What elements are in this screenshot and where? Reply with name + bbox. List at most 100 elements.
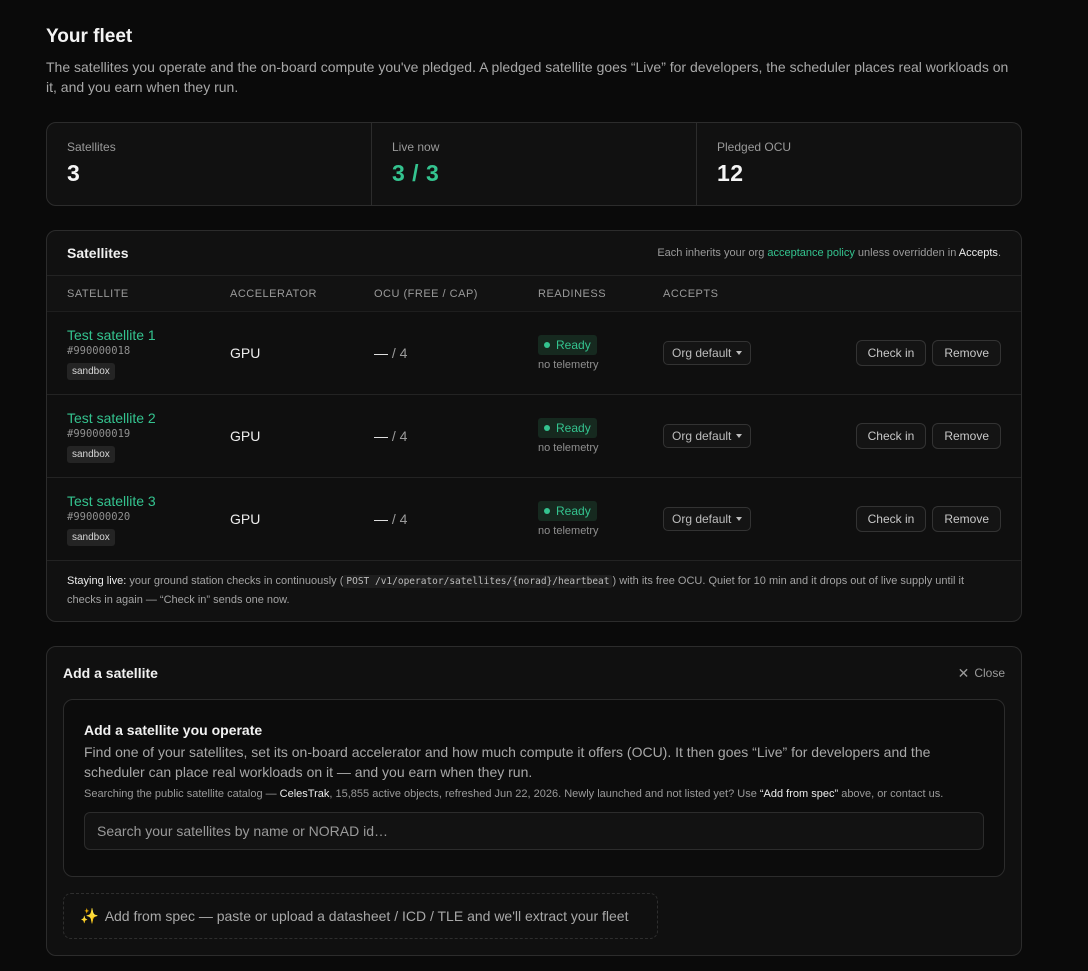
column-header-accepts: Accepts [663, 287, 719, 300]
ocu-cell: — / 4 [374, 511, 538, 527]
ready-badge: Ready [538, 501, 597, 521]
sandbox-tag: sandbox [67, 362, 115, 380]
readiness-cell: Ready no telemetry [538, 335, 663, 371]
status-dot-icon [544, 508, 550, 514]
fleet-page: Your fleet The satellites you operate an… [46, 26, 1022, 956]
column-header-readiness: Readiness [538, 287, 607, 300]
satellite-norad-id: #990000020 [67, 510, 131, 523]
note-text: unless overridden in [854, 247, 959, 259]
check-in-button[interactable]: Check in [855, 340, 927, 366]
accepts-cell: Org default [663, 507, 783, 531]
telemetry-status: no telemetry [538, 442, 599, 454]
stat-live-now: Live now 3 / 3 [372, 123, 697, 205]
note-text: , 15,855 active objects, refreshed Jun 2… [329, 788, 760, 800]
telemetry-status: no telemetry [538, 359, 599, 371]
panel-header: Satellites Each inherits your org accept… [47, 231, 1021, 276]
check-in-button[interactable]: Check in [855, 506, 927, 532]
satellite-search-input[interactable] [84, 812, 984, 850]
satellite-cell: Test satellite 2 #990000019 sandbox [67, 410, 230, 463]
table-row: Test satellite 1 #990000018 sandbox GPU … [47, 312, 1021, 395]
accelerator-cell: GPU [230, 428, 261, 444]
readiness-cell: Ready no telemetry [538, 501, 663, 537]
readiness-cell: Ready no telemetry [538, 418, 663, 454]
close-icon: ✕ [957, 664, 970, 681]
accelerator-cell: GPU [230, 345, 261, 361]
sandbox-tag: sandbox [67, 528, 115, 546]
ocu-cell: — / 4 [374, 345, 538, 361]
note-strong: Staying live: [67, 575, 127, 587]
satellites-panel: Satellites Each inherits your org accept… [46, 230, 1022, 622]
close-button[interactable]: ✕ Close [958, 665, 1005, 682]
actions-cell: Check in Remove [783, 340, 1001, 366]
stat-label: Pledged OCU [717, 140, 792, 154]
ocu-free: — [374, 511, 388, 527]
close-label: Close [974, 666, 1005, 680]
ocu-cap: / 4 [388, 345, 408, 361]
accepts-dropdown[interactable]: Org default [663, 341, 752, 365]
column-header-ocu: OCU (free / cap) [374, 287, 478, 300]
accepts-cell: Org default [663, 341, 783, 365]
remove-button[interactable]: Remove [932, 423, 1001, 449]
satellite-norad-id: #990000018 [67, 344, 131, 357]
note-text: . [997, 247, 1001, 259]
sparkles-icon: ✨ [80, 908, 99, 925]
satellite-norad-id: #990000019 [67, 427, 131, 440]
page-title: Your fleet [46, 26, 133, 47]
stat-value: 3 [67, 160, 81, 186]
acceptance-policy-link[interactable]: acceptance policy [767, 247, 854, 259]
satellite-cell: Test satellite 1 #990000018 sandbox [67, 327, 230, 380]
note-text: your ground station checks in continuous… [126, 575, 344, 587]
ready-badge: Ready [538, 335, 597, 355]
stat-pledged-ocu: Pledged OCU 12 [697, 123, 1021, 205]
ready-label: Ready [556, 504, 591, 518]
telemetry-status: no telemetry [538, 525, 599, 537]
stat-label: Satellites [67, 140, 116, 154]
stat-value: 12 [717, 160, 744, 186]
heartbeat-note: Staying live: your ground station checks… [47, 561, 1021, 621]
accepts-cell: Org default [663, 424, 783, 448]
note-text: above, or contact us. [838, 788, 944, 800]
chevron-down-icon [736, 351, 743, 355]
remove-button[interactable]: Remove [932, 340, 1001, 366]
satellite-name-link[interactable]: Test satellite 2 [67, 410, 230, 426]
search-card: Add a satellite you operate Find one of … [63, 699, 1005, 877]
add-from-spec-label: Add from spec — paste or upload a datash… [104, 908, 629, 924]
stat-satellites: Satellites 3 [47, 123, 372, 205]
accepts-dropdown[interactable]: Org default [663, 507, 752, 531]
table-header: Satellite Accelerator OCU (free / cap) R… [47, 276, 1021, 312]
column-header-satellite: Satellite [67, 287, 129, 300]
stat-label: Live now [392, 140, 440, 154]
check-in-button[interactable]: Check in [855, 423, 927, 449]
status-dot-icon [544, 342, 550, 348]
accepts-value: Org default [672, 346, 732, 360]
accepts-dropdown[interactable]: Org default [663, 424, 752, 448]
note-text: Each inherits your org [657, 247, 768, 259]
note-strong: Accepts [958, 247, 998, 259]
chevron-down-icon [736, 517, 743, 521]
satellite-name-link[interactable]: Test satellite 1 [67, 327, 230, 343]
column-header-accelerator: Accelerator [230, 287, 318, 300]
ocu-cap: / 4 [388, 511, 408, 527]
ocu-free: — [374, 345, 388, 361]
ocu-free: — [374, 428, 388, 444]
catalog-source: CelesTrak [279, 788, 330, 800]
ready-label: Ready [556, 338, 591, 352]
panel-title: Satellites [67, 245, 129, 261]
table-row: Test satellite 2 #990000019 sandbox GPU … [47, 395, 1021, 478]
actions-cell: Check in Remove [783, 506, 1001, 532]
stat-value: 3 / 3 [392, 160, 440, 186]
add-from-spec-button[interactable]: ✨ Add from spec — paste or upload a datas… [63, 893, 658, 939]
page-description: The satellites you operate and the on-bo… [46, 59, 1009, 95]
remove-button[interactable]: Remove [932, 506, 1001, 532]
satellite-cell: Test satellite 3 #990000020 sandbox [67, 493, 230, 546]
add-satellite-panel: Add a satellite ✕ Close Add a satellite y… [46, 646, 1022, 956]
heartbeat-endpoint-code: POST /v1/operator/satellites/{norad}/hea… [343, 575, 613, 588]
search-card-description: Find one of your satellites, set its on-… [84, 744, 931, 780]
stats-bar: Satellites 3 Live now 3 / 3 Pledged OCU … [46, 122, 1022, 206]
status-dot-icon [544, 425, 550, 431]
note-strong: “Add from spec” [759, 788, 839, 800]
table-row: Test satellite 3 #990000020 sandbox GPU … [47, 478, 1021, 561]
accelerator-cell: GPU [230, 511, 261, 527]
add-panel-header: Add a satellite ✕ Close [47, 647, 1021, 699]
satellite-name-link[interactable]: Test satellite 3 [67, 493, 230, 509]
